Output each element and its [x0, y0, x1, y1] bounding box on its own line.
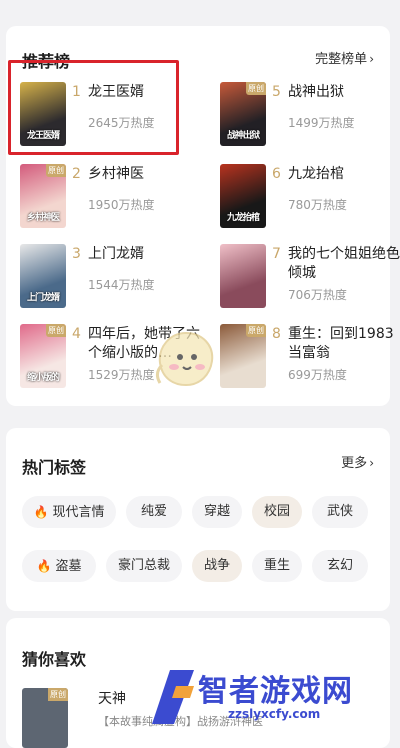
book-heat: 1529万热度 — [88, 368, 155, 382]
book-rank: 8 — [272, 326, 281, 342]
fire-icon: 🔥 — [36, 559, 52, 573]
chevron-right-icon: › — [369, 52, 374, 66]
tag-chip[interactable]: 豪门总裁 — [106, 550, 182, 582]
book-cover[interactable]: 原创 — [220, 324, 266, 388]
book-rank: 4 — [72, 326, 81, 342]
tag-chip[interactable]: 穿越 — [192, 496, 242, 528]
tag-chip[interactable]: 校园 — [252, 496, 302, 528]
book-title[interactable]: 上门龙婿 — [88, 245, 206, 264]
more-tags-link[interactable]: 更多 › — [341, 452, 374, 471]
tags-title: 热门标签 — [22, 458, 87, 477]
tag-label: 重生 — [263, 558, 290, 573]
book-rank: 3 — [72, 246, 81, 262]
watermark-url: zzslyxcfy.com — [228, 707, 321, 721]
cover-title-text: 战神出狱 — [226, 131, 260, 141]
tag-chip[interactable]: 武侠 — [312, 496, 368, 528]
book-cover[interactable]: 原创缩小版的 — [20, 324, 66, 388]
cover-title-text: 缩小版的 — [26, 373, 60, 383]
book-cover[interactable] — [220, 244, 266, 308]
guess-book-cover[interactable]: 原创 — [22, 688, 68, 748]
tag-label: 战争 — [203, 558, 230, 573]
cover-badge: 原创 — [246, 324, 266, 337]
book-heat: 706万热度 — [288, 288, 347, 302]
tags-card: 热门标签 更多 › 🔥 现代言情 纯爱 穿越 校园 武侠 🔥 盗墓 豪门总裁 战争 重生 玄幻 — [6, 428, 390, 611]
tag-chip[interactable]: 玄幻 — [312, 550, 368, 582]
watermark-logo-icon — [152, 670, 194, 724]
cover-badge: 原创 — [46, 324, 66, 337]
tag-label: 现代言情 — [52, 505, 105, 520]
tag-chip[interactable]: 战争 — [192, 550, 242, 582]
book-title[interactable]: 乡村神医 — [88, 165, 206, 184]
ranking-book-item[interactable]: 上门龙婿 3 上门龙婿 1544万热度 — [20, 244, 204, 308]
chevron-right-icon: › — [369, 456, 374, 470]
tag-chip[interactable]: 重生 — [252, 550, 302, 582]
book-cover[interactable]: 上门龙婿 — [20, 244, 66, 308]
cover-badge: 原创 — [46, 164, 66, 177]
cover-title-text: 上门龙婿 — [26, 293, 60, 303]
book-heat: 1499万热度 — [288, 116, 355, 130]
tag-label: 武侠 — [326, 504, 353, 519]
cover-title-text: 九龙抬棺 — [226, 213, 260, 223]
book-rank: 7 — [272, 246, 281, 262]
tag-chip[interactable]: 纯爱 — [126, 496, 182, 528]
tag-label: 纯爱 — [140, 504, 167, 519]
book-cover[interactable]: 原创战神出狱 — [220, 82, 266, 146]
tag-label: 玄幻 — [326, 558, 353, 573]
ranking-book-item[interactable]: 九龙抬棺 6 九龙抬棺 780万热度 — [220, 164, 400, 228]
cover-badge: 原创 — [246, 82, 266, 95]
guess-book-title[interactable]: 天神 — [98, 688, 126, 708]
book-rank: 5 — [272, 84, 281, 100]
fire-icon: 🔥 — [33, 505, 49, 519]
highlight-annotation-box — [8, 60, 179, 155]
full-ranking-label: 完整榜单 — [315, 52, 368, 67]
ranking-book-item[interactable]: 原创 战神出狱 5 战神出狱 1499万热度 — [220, 82, 400, 146]
tag-chip[interactable]: 🔥 盗墓 — [22, 550, 96, 582]
full-ranking-link[interactable]: 完整榜单 › — [315, 48, 374, 67]
book-heat: 699万热度 — [288, 368, 347, 382]
book-heat: 1544万热度 — [88, 278, 155, 292]
watermark-site-name: 智者游戏网 — [198, 674, 353, 709]
tag-label: 盗墓 — [55, 559, 82, 574]
book-rank: 2 — [72, 166, 81, 182]
guess-title: 猜你喜欢 — [22, 650, 87, 669]
ranking-book-item[interactable]: 7 我的七个姐姐绝色倾城 706万热度 — [220, 244, 400, 308]
tag-label: 穿越 — [203, 504, 230, 519]
book-title[interactable]: 九龙抬棺 — [288, 165, 400, 184]
book-cover[interactable]: 九龙抬棺 — [220, 164, 266, 228]
ranking-book-item[interactable]: 原创 8 重生：回到1983当富翁 699万热度 — [220, 324, 400, 388]
book-heat: 780万热度 — [288, 198, 347, 212]
tag-chip[interactable]: 🔥 现代言情 — [22, 496, 116, 528]
book-title[interactable]: 战神出狱 — [288, 83, 400, 102]
more-tags-label: 更多 — [341, 456, 368, 471]
book-heat: 1950万热度 — [88, 198, 155, 212]
book-cover[interactable]: 原创乡村神医 — [20, 164, 66, 228]
cover-title-text: 乡村神医 — [26, 213, 60, 223]
book-rank: 6 — [272, 166, 281, 182]
ranking-book-item[interactable]: 原创 乡村神医 2 乡村神医 1950万热度 — [20, 164, 204, 228]
tag-label: 校园 — [263, 504, 290, 519]
book-title[interactable]: 我的七个姐姐绝色倾城 — [288, 245, 400, 283]
book-title[interactable]: 重生：回到1983当富翁 — [288, 325, 400, 363]
tag-label: 豪门总裁 — [117, 558, 170, 573]
mascot-watermark-icon — [155, 331, 214, 387]
